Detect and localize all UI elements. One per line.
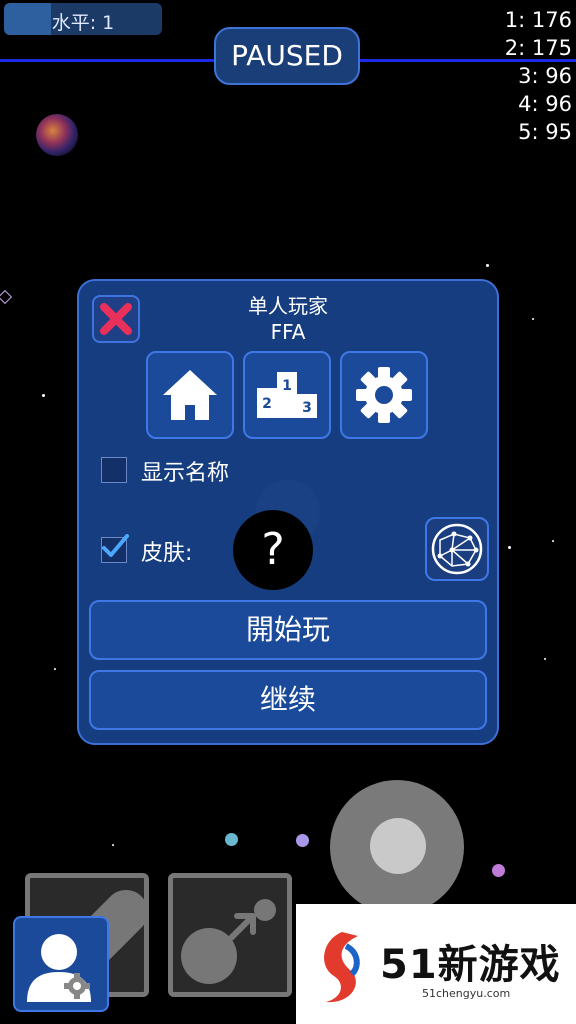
- skin-label: 皮肤:: [141, 541, 193, 566]
- food-pellet: [492, 864, 505, 877]
- eject-mass-icon: [181, 899, 276, 984]
- checkmark-icon: [102, 534, 129, 557]
- settings-button[interactable]: [340, 351, 428, 439]
- diamond-marker: [0, 289, 13, 305]
- leaderboard-entry: 5: 95: [518, 120, 572, 144]
- star: [544, 658, 546, 660]
- star: [508, 546, 511, 549]
- continue-button[interactable]: 继续: [89, 670, 487, 730]
- profile-button[interactable]: [13, 916, 109, 1012]
- skin-preview[interactable]: ?: [233, 510, 313, 590]
- watermark-brand: 51新游戏: [380, 942, 561, 988]
- star: [552, 540, 554, 542]
- podium-third: 3: [302, 400, 312, 416]
- pause-menu-dialog: 单人玩家 FFA 1 2 3 显示名称 皮肤: ? 開始玩 继续: [77, 279, 499, 745]
- user-settings-icon: [27, 934, 91, 1002]
- watermark-url: 51chengyu.com: [422, 987, 511, 1000]
- leaderboard-entry: 3: 96: [518, 64, 572, 88]
- star: [532, 318, 534, 320]
- planet-blob: [36, 114, 78, 156]
- podium-second: 2: [262, 396, 272, 412]
- home-button[interactable]: [146, 351, 234, 439]
- food-pellet: [225, 833, 238, 846]
- mode-line1: 单人玩家: [248, 294, 328, 318]
- star: [112, 844, 114, 846]
- paused-button[interactable]: PAUSED: [214, 27, 360, 85]
- leaderboard: 1: 176 2: 175 3: 96 4: 96 5: 95: [505, 6, 572, 146]
- watermark-logo: 51新游戏 51chengyu.com: [296, 904, 576, 1024]
- leaderboard-entry: 2: 175: [504, 36, 572, 60]
- level-progress-bar: 水平: 1: [4, 3, 162, 35]
- food-pellet: [296, 834, 309, 847]
- star: [486, 264, 489, 267]
- leaderboard-entry: 4: 96: [518, 92, 572, 116]
- game-mode-title: 单人玩家 FFA: [79, 293, 497, 345]
- show-names-label: 显示名称: [141, 461, 230, 486]
- star: [42, 394, 45, 397]
- star: [54, 668, 56, 670]
- podium-first: 1: [282, 378, 292, 394]
- level-label: 水平: 1: [51, 12, 115, 34]
- skin-checkbox[interactable]: [101, 534, 129, 563]
- eject-button[interactable]: [168, 873, 292, 997]
- mode-line2: FFA: [270, 320, 306, 344]
- gear-icon: [356, 367, 412, 423]
- podium-icon: 1 2 3: [257, 372, 317, 418]
- play-button[interactable]: 開始玩: [89, 600, 487, 660]
- watermark-swirl-icon: [324, 932, 360, 1003]
- leaderboard-button[interactable]: 1 2 3: [243, 351, 331, 439]
- leaderboard-entry: 1: 176: [504, 8, 572, 32]
- show-names-checkbox[interactable]: [101, 457, 127, 483]
- skin-gallery-button[interactable]: [425, 517, 489, 581]
- globe-network-icon: [431, 523, 483, 575]
- joystick-knob[interactable]: [370, 818, 426, 874]
- home-icon: [163, 370, 217, 420]
